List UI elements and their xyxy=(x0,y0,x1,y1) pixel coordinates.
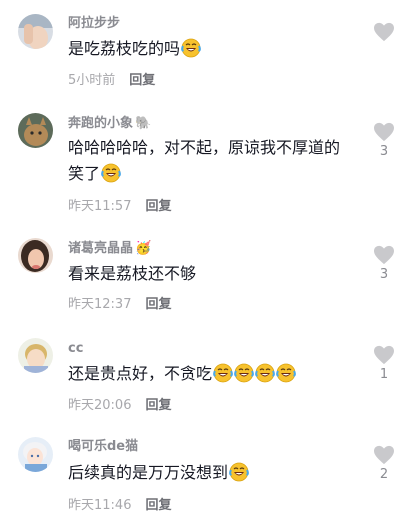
party-face-icon: 🥳 xyxy=(135,241,152,256)
laughing-tears-emoji xyxy=(229,462,249,482)
like-button[interactable] xyxy=(371,22,397,44)
comment-meta: 昨天20:06 回复 xyxy=(68,398,171,414)
like-count: 2 xyxy=(379,467,389,482)
avatar[interactable] xyxy=(18,338,53,373)
elephant-icon: 🐘 xyxy=(135,116,152,131)
like-count: 3 xyxy=(379,144,389,159)
comment-item: 诸葛亮晶晶 🥳 看来是荔枝还不够 昨天12:37 回复 3 xyxy=(0,225,411,325)
like-count: 1 xyxy=(379,367,389,382)
comment-text: 还是贵点好，不贪吃 xyxy=(68,361,348,387)
reply-button[interactable]: 回复 xyxy=(145,498,171,513)
comment-item: 阿拉步步 是吃荔枝吃的吗 5小时前 回复 xyxy=(0,0,411,100)
laughing-tears-emoji xyxy=(276,363,296,383)
laughing-tears-emoji xyxy=(181,38,201,58)
comment-meta: 5小时前 回复 xyxy=(68,73,155,89)
comment-text: 后续真的是万万没想到 xyxy=(68,460,348,486)
comment-text: 哈哈哈哈哈，对不起，原谅我不厚道的笑了 xyxy=(68,138,341,183)
reply-button[interactable]: 回复 xyxy=(145,398,171,413)
laughing-tears-emoji xyxy=(213,363,233,383)
like-button[interactable]: 1 xyxy=(371,345,397,383)
heart-icon xyxy=(374,445,394,465)
comment-meta: 昨天11:46 回复 xyxy=(68,498,171,514)
comment-text: 是吃荔枝吃的吗 xyxy=(68,36,348,62)
laughing-tears-emoji xyxy=(101,163,121,183)
comment-text: 看来是荔枝还不够 xyxy=(68,264,197,283)
heart-icon xyxy=(374,122,394,142)
avatar-photo-cat xyxy=(18,113,53,148)
reply-button[interactable]: 回复 xyxy=(145,199,171,214)
avatar[interactable] xyxy=(18,238,53,273)
like-button[interactable]: 3 xyxy=(371,122,397,160)
comment-time: 昨天20:06 xyxy=(68,398,132,413)
avatar-photo-woman xyxy=(18,238,53,273)
avatar-photo-hand xyxy=(18,14,53,49)
heart-icon xyxy=(374,245,394,265)
comment-time: 昨天11:46 xyxy=(68,498,132,513)
heart-icon xyxy=(374,22,394,42)
comment-item: 奔跑的小象 🐘 哈哈哈哈哈，对不起，原谅我不厚道的笑了 昨天11:57 回复 3 xyxy=(0,100,411,225)
comment-username[interactable]: 喝可乐de猫 xyxy=(68,439,138,455)
like-count: 3 xyxy=(379,267,389,282)
comment-item: 喝可乐de猫 后续真的是万万没想到 昨天11:46 回复 2 xyxy=(0,425,411,521)
reply-button[interactable]: 回复 xyxy=(145,297,171,312)
comment-item: cc 还是贵点好，不贪吃 昨天20:06 回复 1 xyxy=(0,325,411,425)
laughing-tears-emoji xyxy=(234,363,254,383)
avatar-photo-child xyxy=(18,338,53,373)
comment-time: 昨天11:57 xyxy=(68,199,132,214)
avatar[interactable] xyxy=(18,113,53,148)
comment-username[interactable]: cc xyxy=(68,341,83,357)
avatar-photo-anime xyxy=(18,437,53,472)
comment-meta: 昨天12:37 回复 xyxy=(68,297,171,313)
comment-username[interactable]: 诸葛亮晶晶 🥳 xyxy=(68,241,151,257)
comment-time: 5小时前 xyxy=(68,73,116,88)
avatar[interactable] xyxy=(18,437,53,472)
avatar[interactable] xyxy=(18,14,53,49)
reply-button[interactable]: 回复 xyxy=(129,73,155,88)
comment-meta: 昨天11:57 回复 xyxy=(68,199,171,215)
comment-username[interactable]: 阿拉步步 xyxy=(68,16,120,32)
laughing-tears-emoji xyxy=(255,363,275,383)
like-button[interactable]: 3 xyxy=(371,245,397,283)
heart-icon xyxy=(374,345,394,365)
like-button[interactable]: 2 xyxy=(371,445,397,483)
comment-time: 昨天12:37 xyxy=(68,297,132,312)
comment-username[interactable]: 奔跑的小象 🐘 xyxy=(68,116,151,132)
